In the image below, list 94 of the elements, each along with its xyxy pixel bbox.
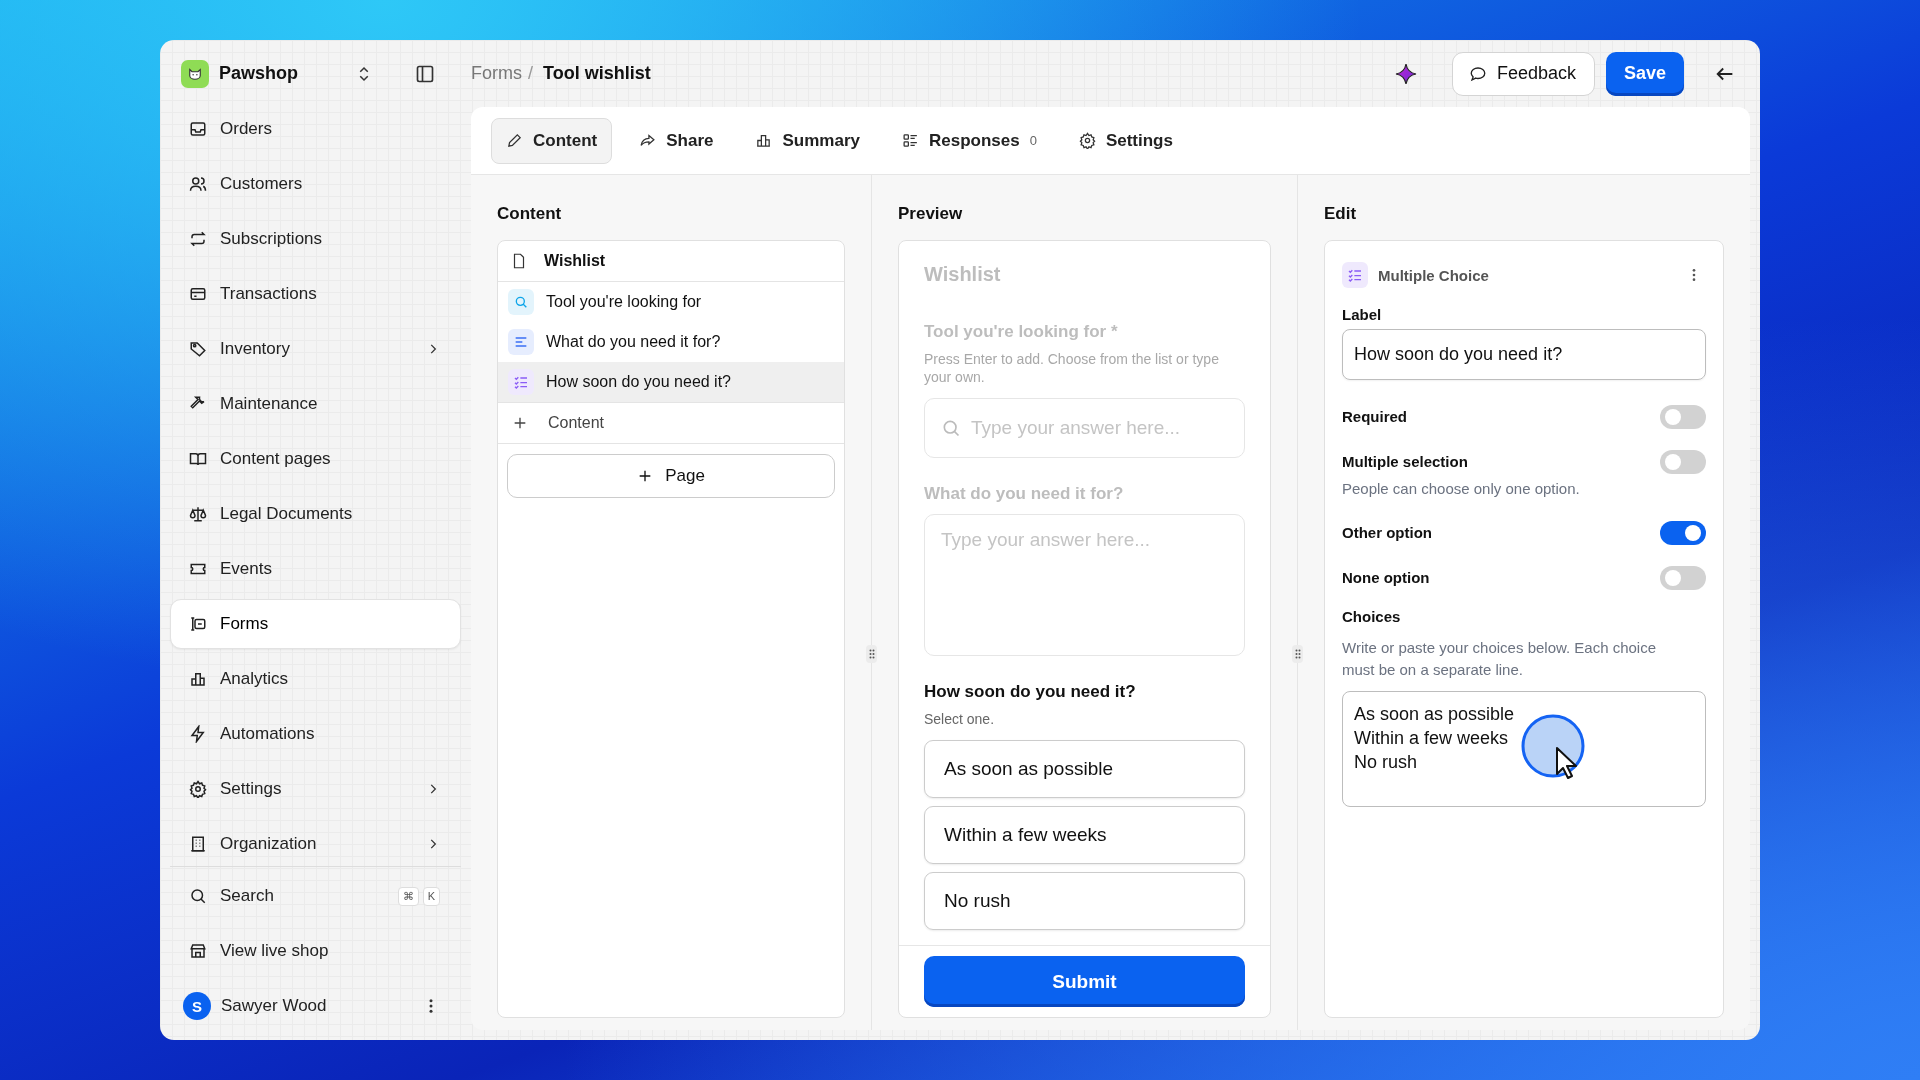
keyboard-key: ⌘: [397, 886, 419, 906]
tab[interactable]: Settings: [1063, 117, 1188, 164]
sidebar-item[interactable]: Events: [170, 547, 461, 591]
feedback-button[interactable]: Feedback: [1451, 51, 1595, 96]
choices-hint: Write or paste your choices below. Each choice must be on a separate line.: [1342, 638, 1658, 680]
users-icon: [189, 175, 207, 193]
scale-icon: [189, 505, 207, 523]
settings-icon: [189, 780, 207, 798]
sidebar-item[interactable]: Orders: [170, 107, 461, 151]
content-item[interactable]: How soon do you need it?: [498, 362, 844, 402]
field-label: Choices: [1342, 608, 1402, 625]
breadcrumb-link[interactable]: Forms: [471, 63, 522, 84]
sidebar-item[interactable]: Automations: [170, 712, 461, 756]
sidebar-item[interactable]: View live shop: [170, 929, 461, 973]
sidebar-item[interactable]: Content pages: [170, 437, 461, 481]
sidebar-item[interactable]: Search ⌘ K: [170, 874, 461, 918]
settings-icon: [1078, 132, 1096, 149]
question-label: How soon do you need it?: [924, 682, 1137, 702]
pencil-icon: [506, 132, 523, 149]
share-icon: [639, 132, 657, 149]
keyboard-key: K: [422, 886, 440, 906]
setting-label: Other option: [1342, 524, 1432, 541]
inbox-icon: [189, 120, 207, 138]
search-icon: [189, 887, 207, 905]
shop-name: Pawshop: [219, 63, 298, 84]
content-item[interactable]: What do you need it for?: [498, 322, 844, 362]
sidebar-item[interactable]: Settings: [170, 767, 461, 811]
choices-input[interactable]: As soon as possible Within a few weeks No rush: [1342, 691, 1706, 807]
submit-button[interactable]: Submit: [924, 956, 1245, 1007]
cat-logo-icon: [181, 59, 209, 88]
tag-icon: [189, 340, 207, 358]
resize-handle[interactable]: [866, 645, 877, 663]
breadcrumb-separator: /: [528, 63, 533, 84]
tab[interactable]: Content: [491, 117, 613, 164]
resize-handle[interactable]: [1292, 645, 1303, 663]
card-icon: [189, 285, 207, 303]
question-label: What do you need it for?: [924, 484, 1125, 504]
setting-hint: People can choose only one option.: [1342, 479, 1581, 499]
form-title: Wishlist: [924, 263, 1002, 286]
sidebar-item[interactable]: Subscriptions: [170, 217, 461, 261]
sidebar-item[interactable]: Inventory: [170, 327, 461, 371]
setting-label: Required: [1342, 408, 1407, 425]
question-hint: Press Enter to add. Choose from the list or type your own.: [924, 350, 1220, 386]
plus-icon: [512, 415, 528, 431]
sidebar-item[interactable]: Transactions: [170, 272, 461, 316]
form-icon: [189, 615, 207, 633]
lightning-icon: [189, 725, 207, 743]
chat-bubble-icon: [1468, 64, 1487, 83]
tab[interactable]: Summary: [740, 117, 875, 164]
sparkle-icon[interactable]: [1393, 61, 1418, 86]
sidebar-item[interactable]: Customers: [170, 162, 461, 206]
repeat-icon: [189, 230, 207, 248]
save-button[interactable]: Save: [1605, 51, 1684, 96]
column-heading: Preview: [898, 204, 964, 224]
sidebar-item[interactable]: Organization: [170, 822, 461, 866]
bar-chart-icon: [189, 670, 207, 688]
user-avatar[interactable]: S: [183, 992, 211, 1020]
checklist-icon: [1342, 262, 1368, 288]
store-icon: [189, 942, 207, 960]
add-content-button[interactable]: Content: [498, 402, 844, 444]
column-heading: Content: [497, 204, 563, 224]
setting-label: Multiple selection: [1342, 453, 1468, 470]
tab[interactable]: Share: [624, 117, 729, 164]
list-icon: [901, 132, 919, 149]
setting-label: None option: [1342, 569, 1430, 586]
toggle-switch[interactable]: [1660, 449, 1706, 474]
building-icon: [189, 835, 207, 853]
search-icon: [941, 418, 961, 438]
sidebar-item[interactable]: Maintenance: [170, 382, 461, 426]
column-heading: Edit: [1324, 204, 1358, 224]
label-input[interactable]: How soon do you need it?: [1342, 329, 1706, 380]
sidebar-toggle-icon[interactable]: [415, 63, 435, 84]
choice-option[interactable]: As soon as possible: [924, 740, 1245, 798]
question-label: Tool you're looking for *: [924, 322, 1119, 342]
response-count: 0: [1029, 133, 1037, 148]
choice-option[interactable]: Within a few weeks: [924, 806, 1245, 864]
block-type: Multiple Choice: [1378, 266, 1489, 284]
sidebar-item[interactable]: Analytics: [170, 657, 461, 701]
field-label: Label: [1342, 306, 1383, 323]
sidebar-item[interactable]: Forms: [170, 599, 461, 649]
page-item[interactable]: Wishlist: [498, 241, 844, 282]
question-hint: Select one.: [924, 710, 996, 728]
toggle-switch[interactable]: [1660, 520, 1706, 545]
bar-chart-icon: [755, 132, 773, 149]
user-name: Sawyer Wood: [221, 996, 327, 1016]
tab[interactable]: Responses 0: [886, 117, 1052, 164]
toggle-switch[interactable]: [1660, 404, 1706, 429]
toggle-switch[interactable]: [1660, 565, 1706, 590]
choice-option[interactable]: No rush: [924, 872, 1245, 930]
add-page-button[interactable]: Page: [507, 454, 835, 498]
page-title: Tool wishlist: [543, 63, 651, 84]
book-icon: [189, 450, 207, 468]
content-item[interactable]: Tool you're looking for: [498, 282, 844, 322]
sidebar-item[interactable]: Legal Documents: [170, 492, 461, 536]
